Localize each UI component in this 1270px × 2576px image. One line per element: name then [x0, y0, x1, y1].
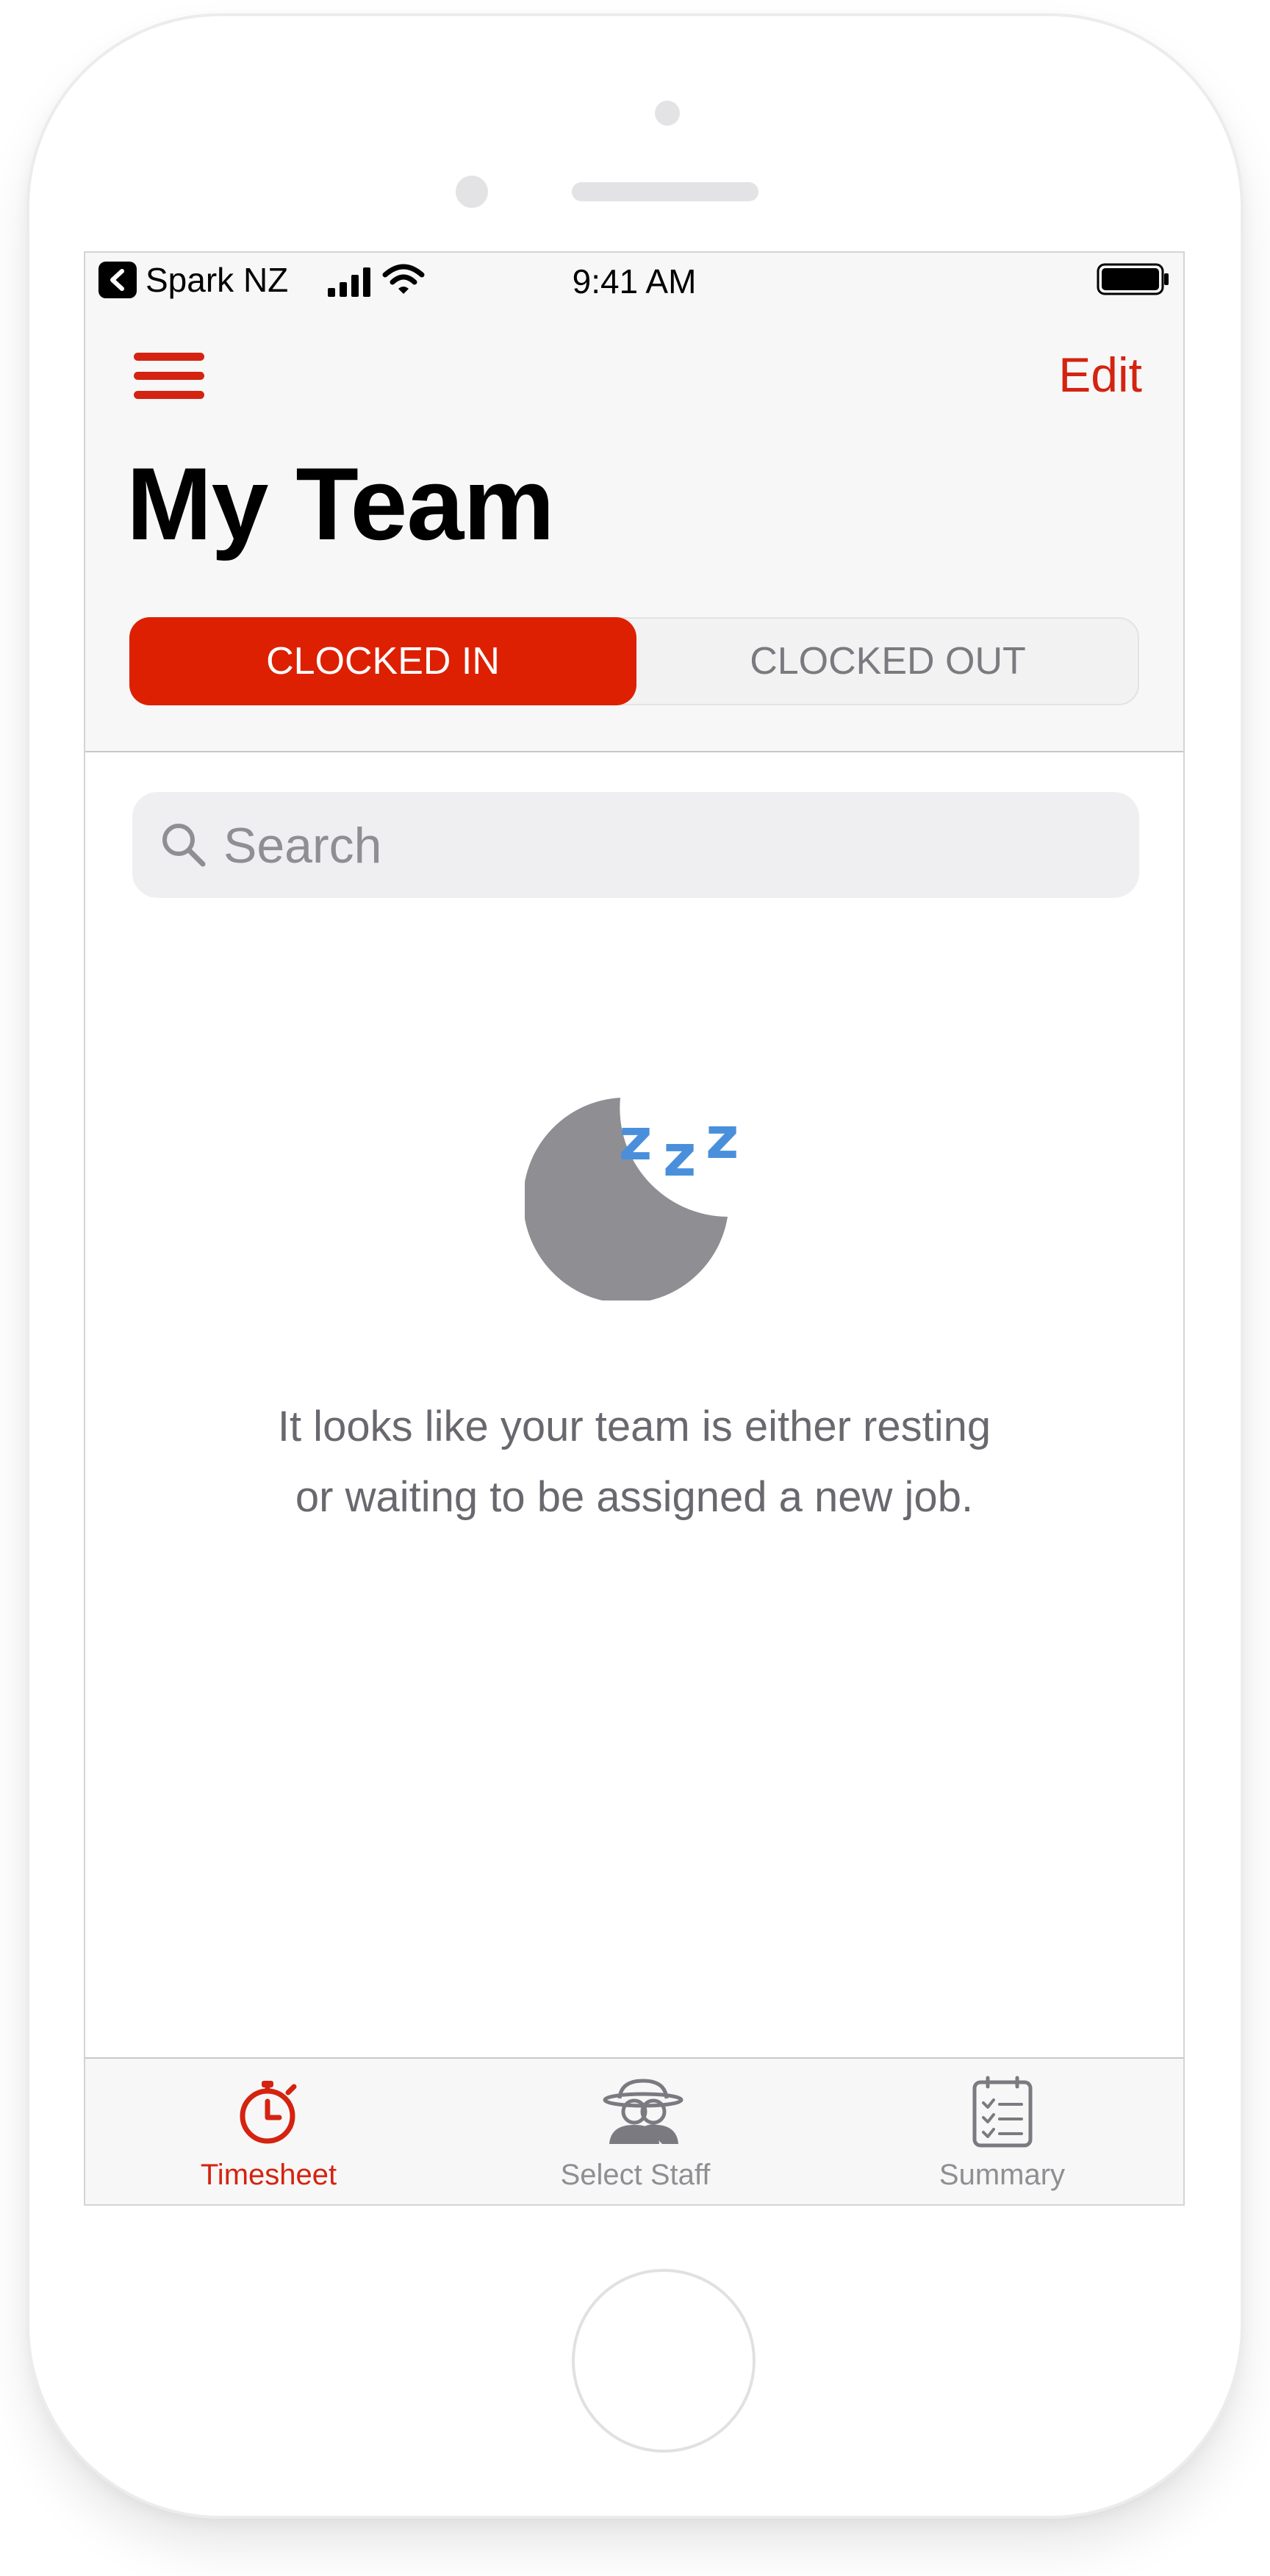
tab-timesheet[interactable]: Timesheet: [85, 2059, 452, 2204]
empty-state-line-1: It looks like your team is either restin…: [277, 1403, 991, 1450]
stopwatch-icon: [240, 2081, 296, 2144]
page-title: My Team: [126, 446, 555, 561]
svg-text:z: z: [663, 1123, 696, 1190]
search-input[interactable]: [222, 792, 1107, 899]
proximity-sensor: [456, 176, 488, 208]
search-icon: [162, 824, 206, 867]
tab-timesheet-label: Timesheet: [200, 2159, 337, 2191]
svg-text:z: z: [619, 1107, 652, 1173]
segment-clocked-in[interactable]: CLOCKED IN: [129, 617, 636, 705]
staff-icon: [603, 2079, 683, 2144]
front-camera: [655, 101, 680, 126]
tab-summary-label: Summary: [939, 2159, 1066, 2191]
empty-state-line-2: or waiting to be assigned a new job.: [295, 1473, 974, 1521]
app-screen: Spark NZ 9:41 AM Edit My Team CLOCKED IN…: [84, 251, 1185, 2206]
edit-button[interactable]: Edit: [1058, 347, 1142, 403]
tab-bar: Timesheet Select Staff Summary: [85, 2057, 1183, 2204]
segment-clocked-out[interactable]: CLOCKED OUT: [636, 617, 1139, 705]
checklist-icon: [972, 2076, 1032, 2148]
battery-icon: [1097, 263, 1169, 295]
header: Spark NZ 9:41 AM Edit My Team CLOCKED IN…: [85, 253, 1183, 752]
sleeping-moon-icon: z z z: [525, 1098, 739, 1300]
status-time: 9:41 AM: [572, 262, 697, 301]
tab-select-staff-label: Select Staff: [560, 2159, 711, 2191]
empty-state-message: It looks like your team is either restin…: [159, 1392, 1110, 1533]
hamburger-menu-icon[interactable]: [134, 353, 204, 400]
search-bar[interactable]: [132, 792, 1139, 899]
earpiece-speaker: [572, 182, 758, 201]
tab-select-staff[interactable]: Select Staff: [452, 2059, 819, 2204]
tab-summary[interactable]: Summary: [819, 2059, 1183, 2204]
clock-status-segmented-control: CLOCKED IN CLOCKED OUT: [129, 617, 1139, 705]
home-button[interactable]: [572, 2269, 756, 2453]
svg-text:z: z: [706, 1106, 739, 1172]
status-bar: Spark NZ 9:41 AM: [85, 253, 1183, 312]
